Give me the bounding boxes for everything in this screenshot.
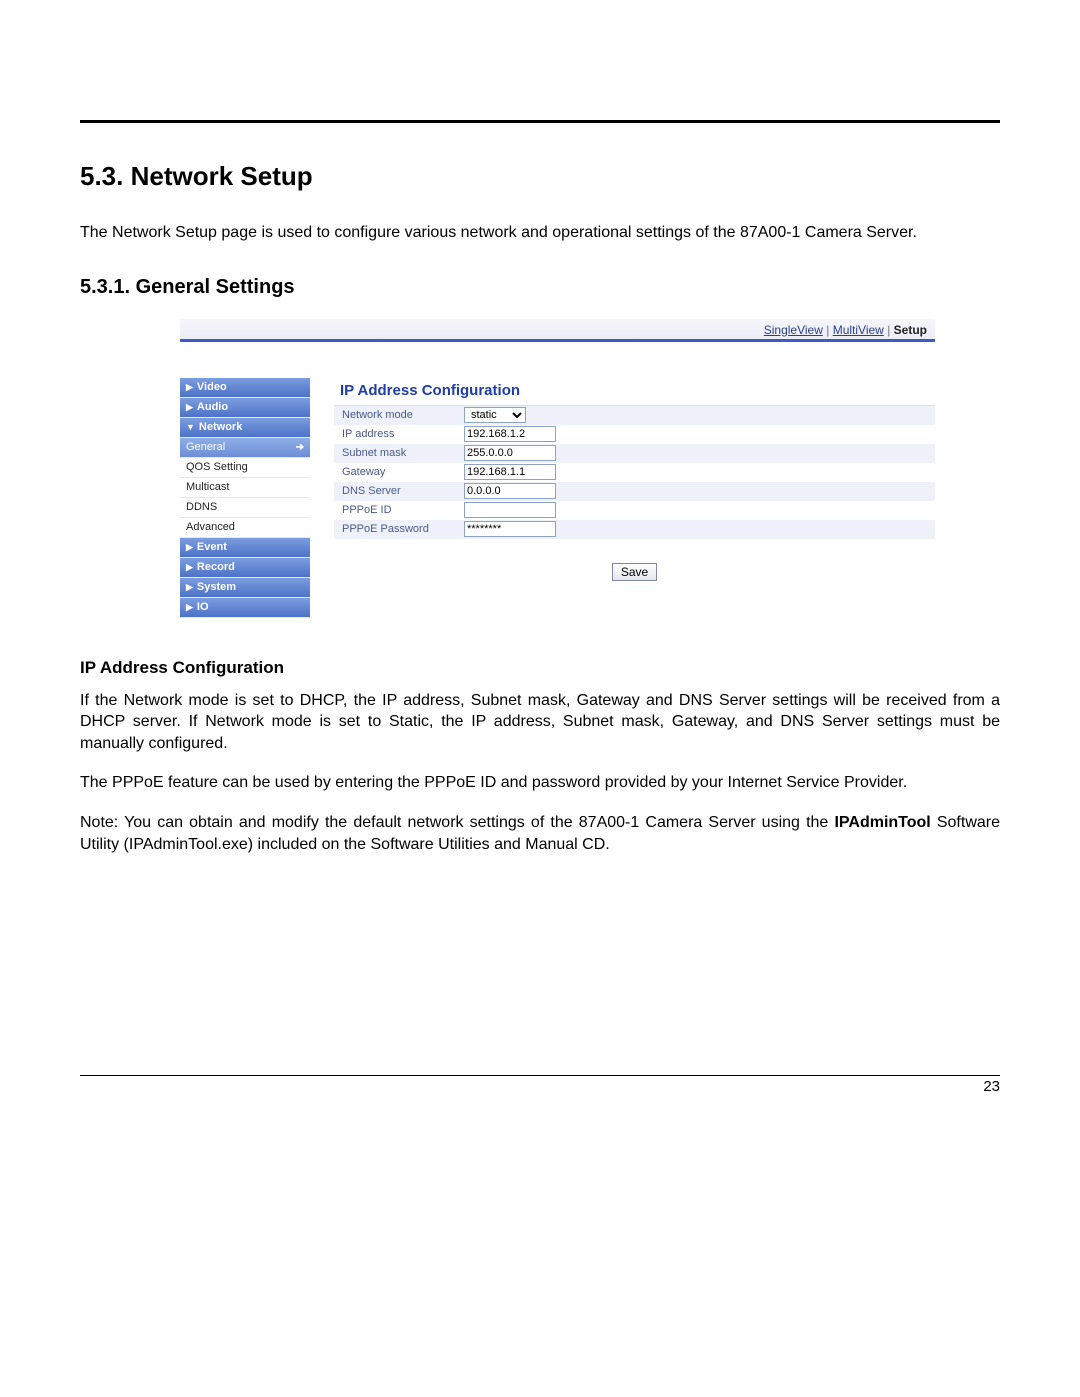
sidebar-item-video[interactable]: ▶ Video — [180, 378, 310, 398]
table-row: Gateway — [334, 463, 935, 482]
sidebar-item-event[interactable]: ▶ Event — [180, 538, 310, 558]
table-row: IP address — [334, 425, 935, 444]
sidebar-item-label: Audio — [197, 401, 228, 413]
tabs-row: SingleView | MultiView | Setup — [180, 319, 935, 342]
sidebar-item-qos[interactable]: QOS Setting — [180, 458, 310, 478]
paragraph: If the Network mode is set to DHCP, the … — [80, 690, 1000, 755]
sidebar-item-multicast[interactable]: Multicast — [180, 478, 310, 498]
network-setup-screenshot: SingleView | MultiView | Setup ▶ Video ▶ A… — [180, 319, 935, 618]
triangle-right-icon: ▶ — [186, 602, 193, 613]
triangle-right-icon: ▶ — [186, 562, 193, 573]
sidebar-item-label: Advanced — [186, 521, 235, 533]
field-label: IP address — [334, 425, 464, 444]
field-label: DNS Server — [334, 482, 464, 501]
triangle-down-icon: ▼ — [186, 422, 195, 432]
section-heading: 5.3. Network Setup — [80, 161, 1000, 192]
gateway-input[interactable] — [464, 464, 556, 480]
pppoe-password-input[interactable] — [464, 521, 556, 537]
table-row: PPPoE ID — [334, 501, 935, 520]
save-button[interactable]: Save — [612, 563, 657, 581]
triangle-right-icon: ▶ — [186, 582, 193, 593]
table-row: PPPoE Password — [334, 520, 935, 539]
sidebar-item-label: DDNS — [186, 501, 217, 513]
table-row: Subnet mask — [334, 444, 935, 463]
top-rule — [80, 120, 1000, 123]
sidebar-item-ddns[interactable]: DDNS — [180, 498, 310, 518]
sidebar-item-label: IO — [197, 601, 209, 613]
ip-config-heading: IP Address Configuration — [80, 658, 1000, 678]
sidebar-item-label: QOS Setting — [186, 461, 248, 473]
network-mode-select[interactable]: static — [464, 407, 526, 423]
sidebar-item-audio[interactable]: ▶ Audio — [180, 398, 310, 418]
sidebar-item-label: General — [186, 441, 225, 453]
subsection-heading: 5.3.1. General Settings — [80, 276, 1000, 299]
text-span: Note: You can obtain and modify the defa… — [80, 814, 834, 831]
sidebar-item-network[interactable]: ▼ Network — [180, 418, 310, 438]
arrow-right-icon: ➔ — [296, 442, 304, 453]
panel-title: IP Address Configuration — [334, 378, 935, 406]
ipadmintool-bold: IPAdminTool — [834, 814, 930, 831]
triangle-right-icon: ▶ — [186, 402, 193, 413]
table-row: Network modestatic — [334, 406, 935, 425]
paragraph: Note: You can obtain and modify the defa… — [80, 812, 1000, 855]
tab-multiview[interactable]: MultiView — [833, 323, 884, 337]
sidebar-item-label: Multicast — [186, 481, 229, 493]
field-label: Subnet mask — [334, 444, 464, 463]
sidebar-item-io[interactable]: ▶ IO — [180, 598, 310, 618]
page-number: 23 — [80, 1076, 1000, 1095]
dns-server-input[interactable] — [464, 483, 556, 499]
sidebar: ▶ Video ▶ Audio ▼ Network General ➔ QOS Sett… — [180, 378, 310, 618]
pppoe-id-input[interactable] — [464, 502, 556, 518]
ip-address-input[interactable] — [464, 426, 556, 442]
subnet-mask-input[interactable] — [464, 445, 556, 461]
table-row: DNS Server — [334, 482, 935, 501]
tab-separator: | — [826, 323, 829, 337]
tab-singleview[interactable]: SingleView — [764, 323, 823, 337]
sidebar-item-advanced[interactable]: Advanced — [180, 518, 310, 538]
field-label: PPPoE ID — [334, 501, 464, 520]
triangle-right-icon: ▶ — [186, 542, 193, 553]
config-table: Network modestatic IP address Subnet mas… — [334, 406, 935, 539]
field-label: Network mode — [334, 406, 464, 425]
sidebar-item-general[interactable]: General ➔ — [180, 438, 310, 458]
paragraph: The PPPoE feature can be used by enterin… — [80, 772, 1000, 794]
sidebar-item-label: Record — [197, 561, 235, 573]
sidebar-item-label: Network — [199, 421, 242, 433]
tab-setup[interactable]: Setup — [894, 323, 927, 337]
sidebar-item-record[interactable]: ▶ Record — [180, 558, 310, 578]
field-label: PPPoE Password — [334, 520, 464, 539]
sidebar-item-label: System — [197, 581, 236, 593]
intro-paragraph: The Network Setup page is used to config… — [80, 222, 1000, 244]
tab-separator: | — [887, 323, 890, 337]
sidebar-item-system[interactable]: ▶ System — [180, 578, 310, 598]
field-label: Gateway — [334, 463, 464, 482]
main-pane: IP Address Configuration Network modesta… — [334, 378, 935, 618]
triangle-right-icon: ▶ — [186, 382, 193, 393]
sidebar-item-label: Event — [197, 541, 227, 553]
sidebar-item-label: Video — [197, 381, 227, 393]
